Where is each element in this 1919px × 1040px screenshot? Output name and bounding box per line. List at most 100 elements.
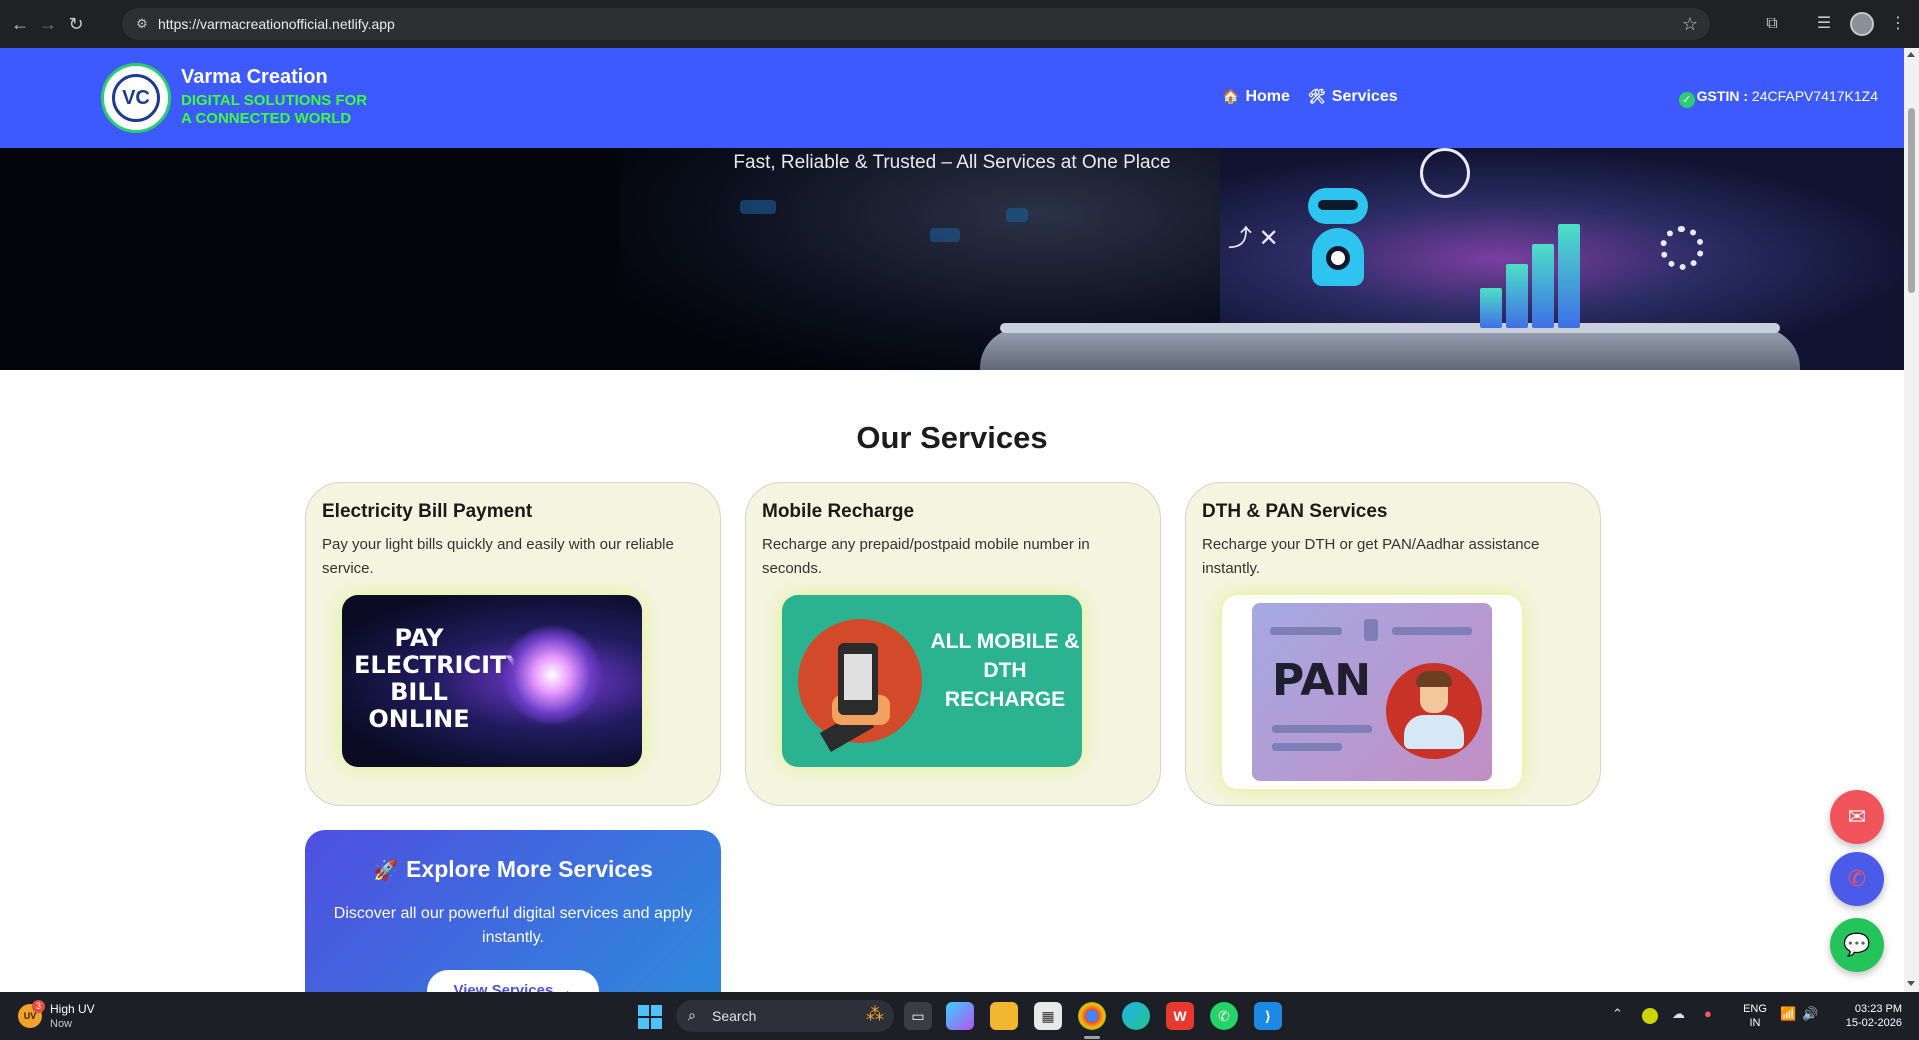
url-text[interactable]: https://varmacreationofficial.netlify.ap… — [158, 16, 395, 32]
verified-check-icon: ✓ — [1678, 92, 1695, 108]
clock-time: 03:23 PM — [1854, 1003, 1902, 1015]
mail-icon: ✉ — [1847, 804, 1867, 829]
smartphone-icon — [838, 643, 878, 715]
phone-icon: ✆ — [1847, 866, 1867, 891]
bookmark-star-icon[interactable]: ☆ — [1682, 14, 1698, 34]
hero-tagline: Fast, Reliable & Trusted – All Services … — [733, 152, 1171, 173]
lightbulb-icon — [502, 625, 602, 725]
scroll-down-arrow[interactable] — [1907, 981, 1915, 986]
menu-kebab-icon[interactable]: ⋮ — [1886, 12, 1910, 36]
taskbar-search-label: Search — [712, 1008, 757, 1024]
brand-logo[interactable]: VC — [101, 63, 171, 133]
language-line2: IN — [1749, 1017, 1761, 1029]
edge-app-icon[interactable] — [1122, 1002, 1150, 1030]
pan-card-image: PAN — [1222, 595, 1522, 789]
pan-card-illustration: PAN — [1252, 603, 1492, 781]
brand-tagline-line1: DIGITAL SOLUTIONS FOR — [181, 92, 368, 109]
email-fab[interactable]: ✉ — [1830, 790, 1884, 844]
vscode-icon[interactable]: ⟩ — [1254, 1002, 1282, 1030]
extensions-icon[interactable]: ⧉ — [1760, 12, 1784, 36]
page-viewport: VC Varma Creation DIGITAL SOLUTIONS FOR … — [0, 48, 1904, 992]
brand-tagline-line2: A CONNECTED WORLD — [181, 110, 352, 127]
mobile-image-text: ALL MOBILE & DTH RECHARGE — [930, 630, 1080, 711]
taskbar-search[interactable]: ⌕ Search ⁂ — [676, 1000, 894, 1032]
rocket-icon: 🚀 — [373, 860, 399, 882]
tray-antivirus-icon[interactable]: ● — [1704, 1006, 1712, 1021]
clock-date: 15-02-2026 — [1845, 1017, 1902, 1029]
service-card-description: Pay your light bills quickly and easily … — [322, 536, 674, 577]
service-card-electricity[interactable]: Electricity Bill Payment Pay your light … — [305, 482, 721, 806]
back-icon[interactable]: ← — [8, 12, 32, 36]
nav-home-link[interactable]: 🏠 Home — [1222, 88, 1290, 106]
hero-robot-icon — [1300, 188, 1376, 288]
profile-avatar[interactable] — [1850, 12, 1874, 36]
service-card-mobile[interactable]: Mobile Recharge Recharge any prepaid/pos… — [745, 482, 1161, 806]
brand-name: Varma Creation — [181, 66, 328, 88]
electricity-bill-image: PAY ELECTRICITY BILL ONLINE — [342, 595, 642, 767]
hero-arrows-icon: ⤴ ✕ — [1228, 225, 1279, 252]
reading-list-icon[interactable]: ☰ — [1812, 12, 1836, 36]
hero-bokeh-light — [740, 200, 776, 214]
service-card-description: Recharge any prepaid/postpaid mobile num… — [762, 536, 1090, 577]
explore-services-card: 🚀 Explore More Services Discover all our … — [305, 830, 721, 992]
tray-network-drive-icon[interactable]: ☁ — [1672, 1006, 1685, 1022]
windows-taskbar: UV 3 High UV Now ⌕ Search ⁂ ▭ ▦ W ✆ ⟩ ⌃ … — [0, 992, 1919, 1040]
nav-home-label: Home — [1245, 88, 1290, 105]
search-highlight-icon: ⁂ — [866, 1004, 884, 1024]
gstin-info: ✓ GSTIN : 24CFAPV7417K1Z4 — [1678, 88, 1878, 108]
hero-gear-icon — [1660, 226, 1704, 270]
language-indicator[interactable]: ENG IN — [1740, 1002, 1770, 1030]
hero-tablet-edge — [1000, 323, 1780, 333]
page-scrollbar[interactable] — [1904, 48, 1919, 992]
nav-services-label: Services — [1331, 88, 1398, 105]
weather-title[interactable]: High UV — [50, 1002, 95, 1016]
service-card-description: Recharge your DTH or get PAN/Aadhar assi… — [1202, 536, 1540, 577]
service-card-title: Mobile Recharge — [762, 501, 915, 522]
view-services-button[interactable]: View Services → — [427, 970, 599, 992]
explore-subtitle: Discover all our powerful digital servic… — [333, 905, 693, 946]
home-icon: 🏠 — [1222, 88, 1240, 104]
copilot-app-icon[interactable] — [946, 1002, 974, 1030]
nav-services-link[interactable]: 🛠 Services — [1308, 88, 1398, 106]
hero-tablet-illustration — [980, 328, 1800, 370]
pan-image-text: PAN — [1272, 655, 1372, 706]
mobile-recharge-image: ALL MOBILE & DTH RECHARGE — [782, 595, 1082, 767]
reload-icon[interactable]: ↻ — [64, 12, 88, 36]
microsoft-store-icon[interactable]: ▦ — [1034, 1002, 1062, 1030]
address-bar[interactable]: ⚙ https://varmacreationofficial.netlify.… — [122, 8, 1710, 40]
services-heading: Our Services — [856, 420, 1048, 455]
chat-fab[interactable]: 💬 — [1830, 918, 1884, 972]
weather-subtitle: Now — [50, 1018, 73, 1030]
hero-bokeh-light — [1006, 208, 1028, 222]
brand-tagline: DIGITAL SOLUTIONS FOR A CONNECTED WORLD — [181, 92, 371, 128]
browser-toolbar: ← → ↻ ⚙ https://varmacreationofficial.ne… — [0, 0, 1919, 48]
system-clock[interactable]: 03:23 PM 15-02-2026 — [1832, 1002, 1902, 1030]
windows-start-icon[interactable] — [638, 1005, 662, 1029]
site-header: VC Varma Creation DIGITAL SOLUTIONS FOR … — [0, 48, 1904, 148]
tray-app-icon[interactable] — [1642, 1008, 1658, 1024]
file-explorer-icon[interactable] — [990, 1002, 1018, 1030]
wifi-icon[interactable]: 📶 — [1780, 1006, 1796, 1022]
volume-icon[interactable]: 🔊 — [1802, 1006, 1818, 1022]
hero-bokeh-light — [930, 228, 960, 242]
chrome-app-icon[interactable] — [1078, 1002, 1106, 1030]
explore-title-text: Explore More Services — [406, 856, 653, 882]
forward-icon[interactable]: → — [36, 12, 60, 36]
hero-banner: ⤴ ✕ Fast, Reliable & Trusted – All Servi… — [0, 148, 1904, 370]
task-view-icon[interactable]: ▭ — [904, 1002, 932, 1030]
call-fab[interactable]: ✆ — [1830, 852, 1884, 906]
wps-office-icon[interactable]: W — [1166, 1002, 1194, 1030]
site-info-icon[interactable]: ⚙ — [134, 16, 150, 32]
chrome-active-indicator — [1084, 1036, 1100, 1039]
whatsapp-icon[interactable]: ✆ — [1210, 1002, 1238, 1030]
tray-overflow-icon[interactable]: ⌃ — [1612, 1006, 1623, 1022]
explore-title: 🚀 Explore More Services — [305, 856, 721, 883]
chat-icon: 💬 — [1843, 932, 1871, 957]
scrollbar-thumb[interactable] — [1908, 108, 1915, 293]
service-card-title: DTH & PAN Services — [1202, 501, 1388, 522]
weather-badge: 3 — [32, 1000, 45, 1013]
scroll-up-arrow[interactable] — [1907, 52, 1915, 57]
electricity-image-text: PAY ELECTRICITY BILL ONLINE — [354, 624, 524, 733]
gstin-label: GSTIN : — [1696, 88, 1749, 104]
service-card-dth-pan[interactable]: DTH & PAN Services Recharge your DTH or … — [1185, 482, 1601, 806]
